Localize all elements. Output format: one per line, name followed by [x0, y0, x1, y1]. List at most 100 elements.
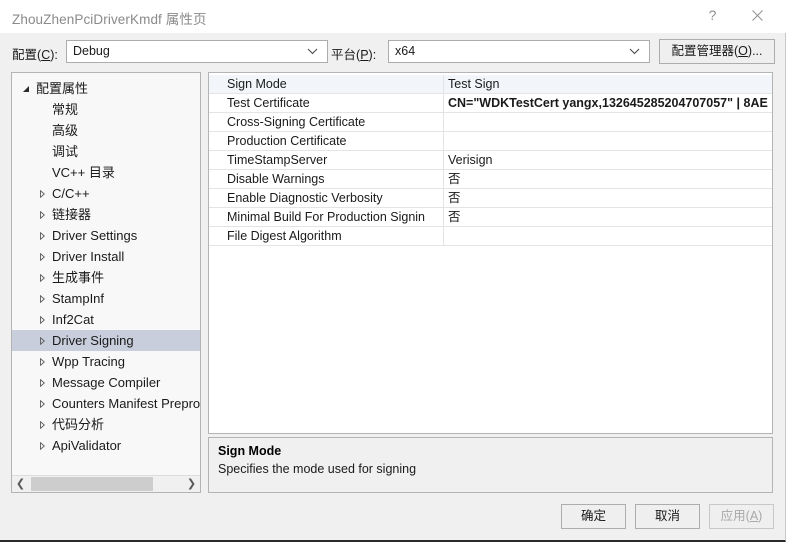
tree-item[interactable]: 配置属性 [12, 78, 200, 99]
tree-item-label: 配置属性 [36, 81, 89, 96]
property-value[interactable]: 否 [448, 189, 772, 207]
tree-item-label: Counters Manifest Preproc [52, 396, 200, 411]
tree-item[interactable]: Counters Manifest Preproc [12, 393, 200, 414]
tree-item[interactable]: 高级 [12, 120, 200, 141]
column-divider[interactable] [443, 227, 444, 245]
property-value[interactable]: Test Sign [448, 75, 772, 93]
tree-item-label: Message Compiler [52, 375, 161, 390]
property-row[interactable]: Minimal Build For Production Signin 否 [209, 208, 772, 227]
tree-item-label: 链接器 [52, 207, 92, 222]
tree-item[interactable]: 代码分析 [12, 414, 200, 435]
tree-item[interactable]: C/C++ [12, 183, 200, 204]
property-name: Sign Mode [227, 77, 287, 91]
property-value[interactable]: 否 [448, 170, 772, 188]
property-value[interactable]: CN="WDKTestCert yangx,132645285204707057… [448, 94, 772, 112]
expander-collapsed-icon[interactable] [34, 225, 50, 246]
property-row[interactable]: TimeStampServer Verisign [209, 151, 772, 170]
expander-collapsed-icon[interactable] [34, 309, 50, 330]
tree-horizontal-scrollbar[interactable]: ❮ ❯ [12, 475, 200, 492]
tree-item[interactable]: 生成事件 [12, 267, 200, 288]
expander-collapsed-icon[interactable] [34, 393, 50, 414]
tree-item-label: 常规 [52, 102, 79, 117]
expander-collapsed-icon[interactable] [34, 288, 50, 309]
tree-item[interactable]: Driver Signing [12, 330, 200, 351]
column-divider[interactable] [443, 94, 444, 112]
property-name: File Digest Algorithm [227, 229, 342, 243]
expander-collapsed-icon[interactable] [34, 414, 50, 435]
chevron-down-icon [629, 41, 641, 62]
expander-collapsed-icon[interactable] [34, 372, 50, 393]
expander-collapsed-icon[interactable] [34, 183, 50, 204]
configuration-dropdown[interactable]: Debug [66, 40, 328, 63]
property-row[interactable]: Production Certificate [209, 132, 772, 151]
title-bar: ZhouZhenPciDriverKmdf 属性页 ? [0, 0, 786, 33]
tree-item[interactable]: StampInf [12, 288, 200, 309]
scrollbar-thumb[interactable] [31, 477, 153, 491]
tree-item[interactable]: Message Compiler [12, 372, 200, 393]
tree-item[interactable]: VC++ 目录 [12, 162, 200, 183]
tree-item-label: StampInf [52, 291, 105, 306]
property-row[interactable]: Test Certificate CN="WDKTestCert yangx,13… [209, 94, 772, 113]
expander-collapsed-icon[interactable] [34, 351, 50, 372]
property-row[interactable]: Enable Diagnostic Verbosity 否 [209, 189, 772, 208]
expander-collapsed-icon[interactable] [34, 204, 50, 225]
property-name: Production Certificate [227, 134, 347, 148]
column-divider[interactable] [443, 170, 444, 188]
tree-item[interactable]: 链接器 [12, 204, 200, 225]
property-name: Test Certificate [227, 96, 310, 110]
column-divider[interactable] [443, 189, 444, 207]
property-pages-dialog: ZhouZhenPciDriverKmdf 属性页 ? 配置(C): Debug… [0, 0, 786, 542]
tree-item-label: 调试 [52, 144, 79, 159]
tree-item-label: 代码分析 [52, 417, 105, 432]
apply-button[interactable]: 应用(A) [709, 504, 774, 529]
expander-collapsed-icon[interactable] [34, 330, 50, 351]
configuration-bar: 配置(C): Debug 平台(P): x64 配置管理器(O)... [0, 33, 786, 69]
chevron-left-icon[interactable]: ❮ [12, 476, 29, 492]
tree-item[interactable]: Driver Settings [12, 225, 200, 246]
configuration-value: Debug [73, 44, 110, 58]
close-button[interactable] [735, 0, 780, 31]
tree-item[interactable]: Wpp Tracing [12, 351, 200, 372]
ok-button[interactable]: 确定 [561, 504, 626, 529]
tree-item-label: Inf2Cat [52, 312, 94, 327]
description-panel: Sign Mode Specifies the mode used for si… [208, 437, 773, 493]
column-divider[interactable] [443, 113, 444, 131]
expander-collapsed-icon[interactable] [34, 246, 50, 267]
tree-item-label: Driver Signing [52, 333, 134, 348]
configuration-manager-button[interactable]: 配置管理器(O)... [659, 39, 775, 64]
expander-expanded-icon[interactable] [18, 78, 34, 99]
tree-item-label: Wpp Tracing [52, 354, 125, 369]
column-divider[interactable] [443, 75, 444, 93]
platform-dropdown[interactable]: x64 [388, 40, 650, 63]
property-row[interactable]: Sign Mode Test Sign [209, 75, 772, 94]
column-divider[interactable] [443, 151, 444, 169]
property-name: Minimal Build For Production Signin [227, 210, 426, 224]
tree-item[interactable]: Driver Install [12, 246, 200, 267]
tree-item[interactable]: ApiValidator [12, 435, 200, 456]
property-value[interactable]: 否 [448, 208, 772, 226]
column-divider[interactable] [443, 132, 444, 150]
expander-collapsed-icon[interactable] [34, 267, 50, 288]
cancel-button[interactable]: 取消 [635, 504, 700, 529]
property-tree: 配置属性常规高级调试 VC++ 目录 C/C++ 链接器 Driver Settings… [12, 78, 200, 456]
property-tree-panel: 配置属性常规高级调试 VC++ 目录 C/C++ 链接器 Driver Settings… [11, 72, 201, 493]
property-row[interactable]: File Digest Algorithm [209, 227, 772, 246]
configuration-label: 配置(C): [12, 48, 58, 62]
chevron-down-icon [307, 41, 319, 62]
column-divider[interactable] [443, 208, 444, 226]
tree-item[interactable]: Inf2Cat [12, 309, 200, 330]
help-button[interactable]: ? [690, 0, 735, 31]
tree-item[interactable]: 调试 [12, 141, 200, 162]
tree-item-label: C/C++ [52, 186, 90, 201]
expander-collapsed-icon[interactable] [34, 435, 50, 456]
property-row[interactable]: Disable Warnings 否 [209, 170, 772, 189]
tree-item-label: Driver Settings [52, 228, 138, 243]
property-value[interactable]: Verisign [448, 151, 772, 169]
property-row[interactable]: Cross-Signing Certificate [209, 113, 772, 132]
tree-item[interactable]: 常规 [12, 99, 200, 120]
chevron-right-icon[interactable]: ❯ [183, 476, 200, 492]
